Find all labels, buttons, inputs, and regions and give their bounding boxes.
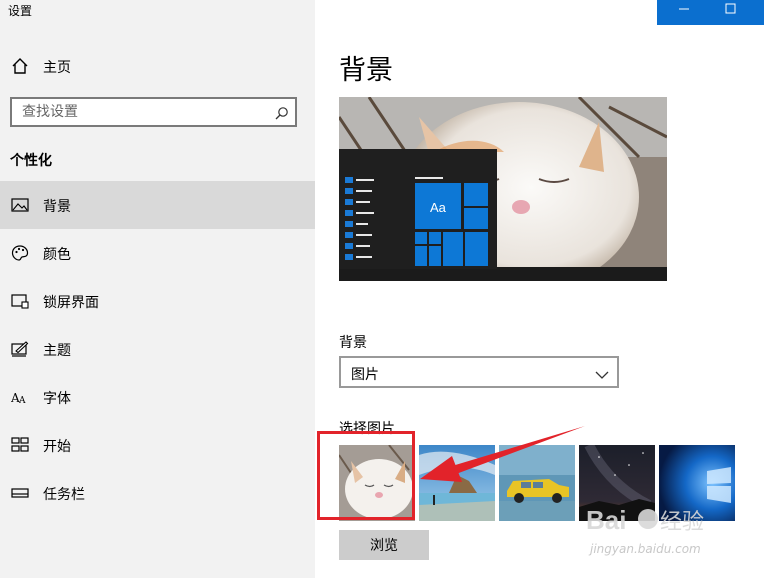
- background-preview: Aa: [339, 97, 667, 281]
- thumbnail-yellow-car[interactable]: [499, 445, 575, 521]
- theme-icon: [11, 340, 29, 358]
- sidebar-home-label: 主页: [43, 60, 71, 76]
- font-icon: AA: [10, 388, 29, 406]
- page-title: 背景: [339, 55, 393, 86]
- search-box[interactable]: [10, 97, 297, 127]
- taskbar-icon: [11, 484, 29, 502]
- sidebar-item-themes[interactable]: 主题: [0, 325, 315, 373]
- sidebar-item-label: 任务栏: [43, 487, 85, 503]
- lock-screen-icon: [11, 292, 29, 310]
- sidebar-item-label: 锁屏界面: [43, 295, 99, 311]
- sidebar-item-start[interactable]: 开始: [0, 421, 315, 469]
- palette-icon: [11, 244, 29, 262]
- sidebar-home[interactable]: 主页: [0, 48, 315, 84]
- svg-text:经验: 经验: [660, 509, 704, 534]
- background-type-dropdown[interactable]: 图片: [339, 356, 619, 388]
- svg-text:A: A: [18, 396, 26, 406]
- maximize-button[interactable]: [707, 0, 753, 25]
- sidebar-item-background[interactable]: 背景: [0, 181, 315, 229]
- svg-text:Bai: Bai: [586, 505, 626, 535]
- search-input[interactable]: [22, 103, 262, 121]
- search-icon[interactable]: [275, 105, 289, 120]
- tile-text: Aa: [430, 200, 447, 215]
- chevron-down-icon: [595, 366, 609, 379]
- sidebar-item-label: 背景: [43, 199, 71, 215]
- sidebar-item-label: 主题: [43, 343, 71, 359]
- home-icon: [11, 57, 29, 75]
- thumbnail-beach-rocks[interactable]: [419, 445, 495, 521]
- selected-picture-highlight: [317, 431, 415, 520]
- sidebar-item-label: 开始: [43, 439, 71, 455]
- picture-icon: [11, 196, 29, 214]
- window-caption-bar: [657, 0, 764, 25]
- sidebar-item-fonts[interactable]: AA 字体: [0, 373, 315, 421]
- minimize-button[interactable]: [661, 0, 707, 25]
- baidu-watermark-logo: Bai 经验: [586, 493, 736, 569]
- background-label: 背景: [339, 335, 367, 351]
- section-heading: 个性化: [10, 153, 52, 169]
- sidebar-item-label: 颜色: [43, 247, 71, 263]
- dropdown-value: 图片: [351, 367, 379, 383]
- sidebar-item-lock-screen[interactable]: 锁屏界面: [0, 277, 315, 325]
- sidebar-item-label: 字体: [43, 391, 71, 407]
- start-icon: [11, 436, 29, 454]
- watermark-url: jingyan.baidu.com: [590, 542, 701, 556]
- settings-sidebar: 设置 主页 个性化 背景 颜色 锁屏界面 主题: [0, 0, 315, 578]
- sidebar-item-taskbar[interactable]: 任务栏: [0, 469, 315, 517]
- window-title: 设置: [8, 4, 33, 18]
- browse-button[interactable]: 浏览: [339, 530, 429, 560]
- sidebar-item-colors[interactable]: 颜色: [0, 229, 315, 277]
